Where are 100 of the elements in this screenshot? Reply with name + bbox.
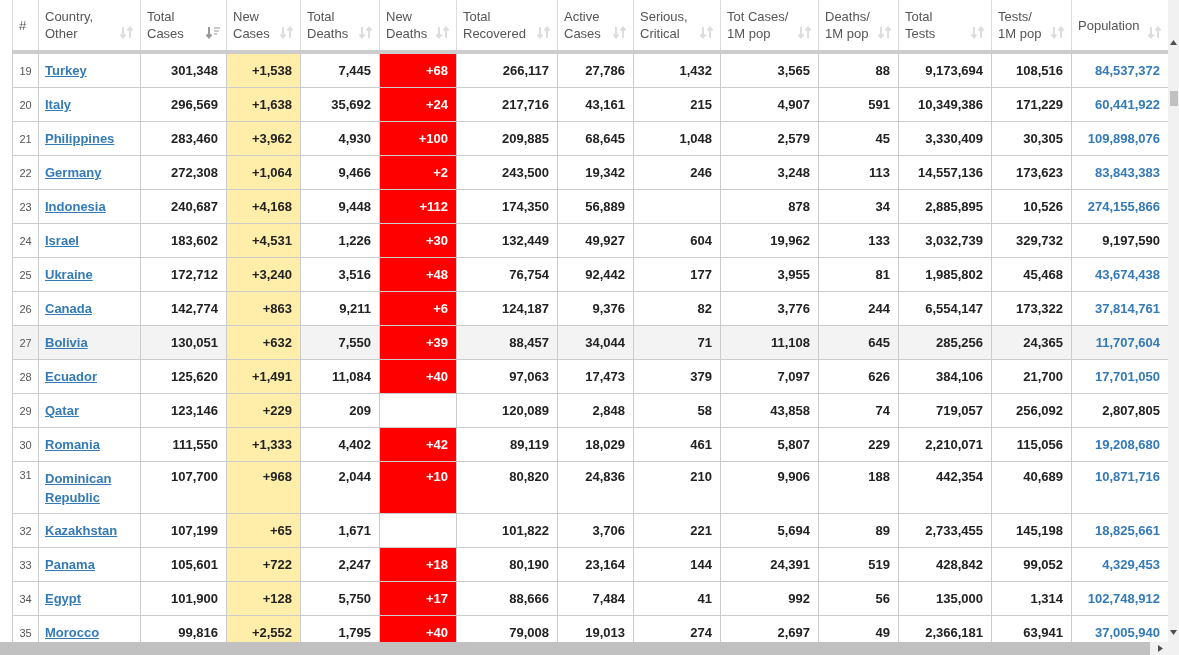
scroll-down-icon[interactable] (1170, 630, 1177, 635)
column-label: Deaths/ 1M pop (825, 8, 870, 42)
table-cell: 9,211 (300, 291, 380, 326)
table-cell: 5,750 (300, 581, 380, 616)
sort-icon[interactable] (971, 25, 985, 39)
sort-icon[interactable] (613, 25, 627, 39)
table-cell: 35,692 (300, 87, 380, 122)
table-cell: 49,927 (557, 223, 634, 258)
table-cell: 19,342 (557, 155, 634, 190)
table-cell: 3,776 (720, 291, 819, 326)
table-cell: 58 (633, 393, 721, 428)
table-cell: 173,322 (991, 291, 1072, 326)
sort-icon[interactable] (280, 25, 294, 39)
country-link[interactable]: Italy (45, 95, 71, 114)
table-cell: 256,092 (991, 393, 1072, 428)
column-label: New Deaths (386, 8, 428, 42)
country-link[interactable]: Qatar (45, 401, 79, 420)
table-cell: +722 (226, 547, 301, 582)
table-cell: 1,226 (300, 223, 380, 258)
table-cell: 111,550 (140, 427, 227, 462)
rank-cell: 26 (12, 291, 39, 326)
table-cell: 519 (818, 547, 899, 582)
vertical-scrollbar[interactable] (1168, 0, 1179, 642)
sort-icon[interactable] (359, 25, 373, 39)
table-cell: 115,056 (991, 427, 1072, 462)
sort-icon[interactable] (1148, 25, 1162, 39)
table-cell: 992 (720, 581, 819, 616)
table-cell: 5,807 (720, 427, 819, 462)
table-cell: 1,048 (633, 121, 721, 156)
table-cell: +100 (379, 121, 457, 156)
rank-cell: 25 (12, 257, 39, 292)
scroll-right-icon[interactable] (1158, 645, 1163, 652)
table-cell: 177 (633, 257, 721, 292)
table-cell: 221 (633, 513, 721, 548)
country-link[interactable]: Egypt (45, 589, 82, 608)
table-cell: +42 (379, 427, 457, 462)
sort-icon[interactable] (206, 25, 220, 39)
table-cell: 604 (633, 223, 721, 258)
table-cell: 56 (818, 581, 899, 616)
column-label: Country, Other (45, 8, 94, 42)
table-cell: +40 (379, 615, 457, 642)
table-cell: 43,858 (720, 393, 819, 428)
table-cell: 5,694 (720, 513, 819, 548)
table-cell: 3,516 (300, 257, 380, 292)
sort-icon[interactable] (878, 25, 892, 39)
table-cell: 135,000 (898, 581, 992, 616)
table-cell: 9,448 (300, 189, 380, 224)
table-cell: 209,885 (456, 121, 558, 156)
table-cell: +65 (226, 513, 301, 548)
table-cell: 101,822 (456, 513, 558, 548)
rank-cell: 27 (12, 325, 39, 360)
sort-icon[interactable] (436, 25, 450, 39)
table-cell: 215 (633, 87, 721, 122)
table-cell: +3,962 (226, 121, 301, 156)
table-cell: 11,084 (300, 359, 380, 394)
table-cell: +1,064 (226, 155, 301, 190)
table-cell: +48 (379, 257, 457, 292)
table-cell: 132,449 (456, 223, 558, 258)
table-cell: 645 (818, 325, 899, 360)
table-cell: 442,354 (898, 461, 992, 514)
table-cell: 243,500 (456, 155, 558, 190)
table-cell: 9,906 (720, 461, 819, 514)
table-cell: 2,848 (557, 393, 634, 428)
table-cell: 68,645 (557, 121, 634, 156)
rank-cell: 23 (12, 189, 39, 224)
column-label: Active Cases (564, 8, 601, 42)
scroll-up-icon[interactable] (1170, 40, 1177, 45)
table-cell: 4,930 (300, 121, 380, 156)
table-cell: 2,210,071 (898, 427, 992, 462)
table-cell: 240,687 (140, 189, 227, 224)
table-cell: 17,473 (557, 359, 634, 394)
sort-icon[interactable] (537, 25, 551, 39)
table-cell: 92,442 (557, 257, 634, 292)
country-link[interactable]: Israel (45, 231, 79, 250)
table-cell: 24,391 (720, 547, 819, 582)
column-label: Total Tests (905, 8, 936, 42)
sort-icon[interactable] (1051, 25, 1065, 39)
rank-cell: 33 (12, 547, 39, 582)
table-cell: 3,032,739 (898, 223, 992, 258)
table-cell: 171,229 (991, 87, 1072, 122)
scrollbar-thumb[interactable] (1169, 91, 1178, 106)
table-cell: +39 (379, 325, 457, 360)
table-cell: 34 (818, 189, 899, 224)
column-label: Serious, Critical (640, 8, 688, 42)
table-cell: 125,620 (140, 359, 227, 394)
column-label: Total Deaths (307, 8, 349, 42)
sort-icon[interactable] (798, 25, 812, 39)
table-cell: 80,190 (456, 547, 558, 582)
column-label: Population (1078, 16, 1140, 34)
table-cell: +968 (226, 461, 301, 514)
table-cell: 626 (818, 359, 899, 394)
table-cell: +112 (379, 189, 457, 224)
table-cell: 82 (633, 291, 721, 326)
rank-cell: 24 (12, 223, 39, 258)
table-cell: +632 (226, 325, 301, 360)
sort-icon[interactable] (700, 25, 714, 39)
sort-icon[interactable] (120, 25, 134, 39)
table-cell: 24,365 (991, 325, 1072, 360)
table-cell: 107,199 (140, 513, 227, 548)
table-cell: 71 (633, 325, 721, 360)
